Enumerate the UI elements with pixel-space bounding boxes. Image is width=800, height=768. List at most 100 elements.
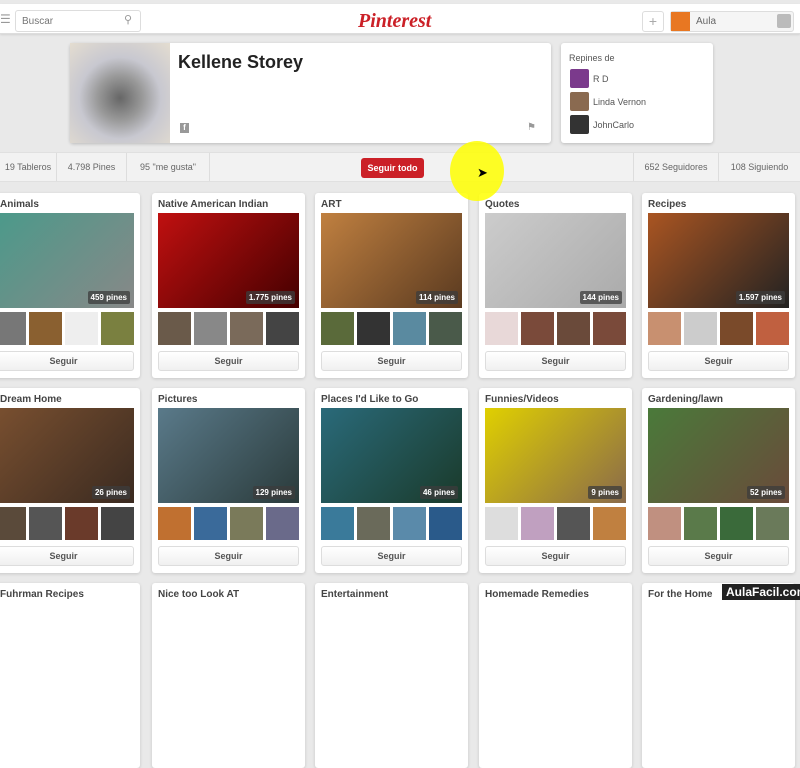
board-thumbnail[interactable] xyxy=(65,312,98,345)
board-thumbnail[interactable] xyxy=(29,507,62,540)
board-thumbnail[interactable] xyxy=(29,312,62,345)
facebook-icon[interactable]: f xyxy=(180,123,189,133)
board-title[interactable]: Animals xyxy=(0,199,39,210)
board-thumbnail[interactable] xyxy=(101,312,134,345)
board-title[interactable]: Quotes xyxy=(485,199,519,210)
board-cover-image[interactable]: 52 pines xyxy=(648,408,789,503)
follow-board-button[interactable]: Seguir xyxy=(158,351,299,371)
boards-tab[interactable]: 19 Tableros xyxy=(0,153,57,181)
repin-user[interactable]: JohnCarlo xyxy=(570,115,634,134)
follow-board-button[interactable]: Seguir xyxy=(648,546,789,566)
board-card[interactable]: Funnies/Videos 9 pines Seguir xyxy=(479,388,632,573)
board-thumbnail[interactable] xyxy=(720,312,753,345)
board-card[interactable]: Entertainment xyxy=(315,583,468,768)
board-card[interactable]: Animals 459 pines Seguir xyxy=(0,193,140,378)
board-thumbnail[interactable] xyxy=(521,507,554,540)
board-card[interactable]: For the Home xyxy=(642,583,795,768)
board-title[interactable]: Dream Home xyxy=(0,394,62,405)
board-title[interactable]: Nice too Look AT xyxy=(158,589,239,600)
search-input[interactable] xyxy=(15,10,141,32)
board-card[interactable]: Quotes 144 pines Seguir xyxy=(479,193,632,378)
likes-tab[interactable]: 95 "me gusta" xyxy=(127,153,210,181)
board-thumbnail[interactable] xyxy=(158,507,191,540)
board-cover-image[interactable]: 26 pines xyxy=(0,408,134,503)
board-title[interactable]: ART xyxy=(321,199,342,210)
board-cover-image[interactable]: 1.775 pines xyxy=(158,213,299,308)
board-thumbnail[interactable] xyxy=(230,312,263,345)
board-thumbnail[interactable] xyxy=(194,312,227,345)
board-thumbnail[interactable] xyxy=(266,507,299,540)
board-title[interactable]: Pictures xyxy=(158,394,197,405)
board-thumbnail[interactable] xyxy=(321,507,354,540)
notifications-icon[interactable] xyxy=(777,14,791,28)
repin-user[interactable]: Linda Vernon xyxy=(570,92,646,111)
board-card[interactable]: Places I'd Like to Go 46 pines Seguir xyxy=(315,388,468,573)
board-thumbnail[interactable] xyxy=(593,507,626,540)
follow-board-button[interactable]: Seguir xyxy=(0,351,134,371)
board-thumbnail[interactable] xyxy=(684,507,717,540)
follow-board-button[interactable]: Seguir xyxy=(0,546,134,566)
board-card[interactable]: Native American Indian 1.775 pines Seguir xyxy=(152,193,305,378)
board-thumbnail[interactable] xyxy=(485,312,518,345)
board-thumbnail[interactable] xyxy=(357,507,390,540)
user-menu-button[interactable]: Aula xyxy=(670,11,794,32)
board-cover-image[interactable]: 114 pines xyxy=(321,213,462,308)
board-thumbnail[interactable] xyxy=(393,312,426,345)
board-cover-image[interactable]: 459 pines xyxy=(0,213,134,308)
board-thumbnail[interactable] xyxy=(557,312,590,345)
board-thumbnail[interactable] xyxy=(101,507,134,540)
board-card[interactable]: Fuhrman Recipes xyxy=(0,583,140,768)
board-cover-image[interactable]: 1.597 pines xyxy=(648,213,789,308)
followers-tab[interactable]: 652 Seguidores xyxy=(633,153,719,181)
board-cover-image[interactable]: 9 pines xyxy=(485,408,626,503)
board-title[interactable]: Recipes xyxy=(648,199,686,210)
board-thumbnail[interactable] xyxy=(720,507,753,540)
board-title[interactable]: Entertainment xyxy=(321,589,388,600)
pinterest-logo[interactable]: Pinterest xyxy=(358,10,431,33)
board-card[interactable]: Pictures 129 pines Seguir xyxy=(152,388,305,573)
follow-board-button[interactable]: Seguir xyxy=(485,351,626,371)
board-thumbnail[interactable] xyxy=(0,507,26,540)
board-cover-image[interactable]: 129 pines xyxy=(158,408,299,503)
board-title[interactable]: Gardening/lawn xyxy=(648,394,723,405)
board-title[interactable]: For the Home xyxy=(648,589,712,600)
board-thumbnail[interactable] xyxy=(648,507,681,540)
board-thumbnail[interactable] xyxy=(158,312,191,345)
flag-icon[interactable]: ⚑ xyxy=(527,122,536,133)
board-card[interactable]: Dream Home 26 pines Seguir xyxy=(0,388,140,573)
board-card[interactable]: Recipes 1.597 pines Seguir xyxy=(642,193,795,378)
board-title[interactable]: Fuhrman Recipes xyxy=(0,589,84,600)
board-thumbnail[interactable] xyxy=(0,312,26,345)
board-cover-image[interactable]: 46 pines xyxy=(321,408,462,503)
board-thumbnail[interactable] xyxy=(557,507,590,540)
board-card[interactable]: Gardening/lawn 52 pines Seguir xyxy=(642,388,795,573)
board-title[interactable]: Homemade Remedies xyxy=(485,589,589,600)
board-thumbnail[interactable] xyxy=(648,312,681,345)
board-thumbnail[interactable] xyxy=(65,507,98,540)
search-icon[interactable]: ⚲ xyxy=(124,13,132,26)
follow-all-button[interactable]: Seguir todo xyxy=(361,158,424,178)
board-thumbnail[interactable] xyxy=(593,312,626,345)
add-pin-button[interactable]: + xyxy=(642,11,664,32)
pins-tab[interactable]: 4.798 Pines xyxy=(57,153,127,181)
board-thumbnail[interactable] xyxy=(393,507,426,540)
board-thumbnail[interactable] xyxy=(684,312,717,345)
menu-icon[interactable]: ☰ xyxy=(0,12,11,26)
board-card[interactable]: Nice too Look AT xyxy=(152,583,305,768)
board-title[interactable]: Native American Indian xyxy=(158,199,268,210)
following-tab[interactable]: 108 Siguiendo xyxy=(719,153,800,181)
board-thumbnail[interactable] xyxy=(266,312,299,345)
board-thumbnail[interactable] xyxy=(357,312,390,345)
board-thumbnail[interactable] xyxy=(429,507,462,540)
board-card[interactable]: ART 114 pines Seguir xyxy=(315,193,468,378)
board-thumbnail[interactable] xyxy=(429,312,462,345)
board-thumbnail[interactable] xyxy=(756,312,789,345)
board-thumbnail[interactable] xyxy=(321,312,354,345)
follow-board-button[interactable]: Seguir xyxy=(485,546,626,566)
board-title[interactable]: Places I'd Like to Go xyxy=(321,394,418,405)
board-thumbnail[interactable] xyxy=(230,507,263,540)
follow-board-button[interactable]: Seguir xyxy=(648,351,789,371)
board-thumbnail[interactable] xyxy=(485,507,518,540)
follow-board-button[interactable]: Seguir xyxy=(158,546,299,566)
board-thumbnail[interactable] xyxy=(194,507,227,540)
